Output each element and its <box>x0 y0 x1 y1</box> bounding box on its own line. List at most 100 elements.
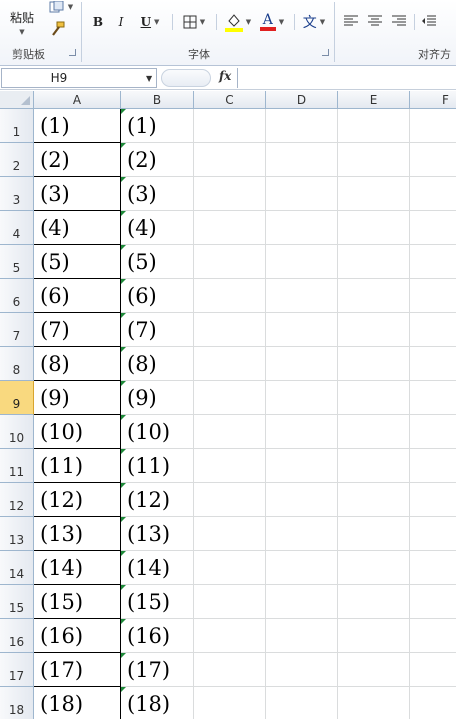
group-divider <box>414 14 415 30</box>
cell-a2[interactable]: (2) <box>34 143 121 177</box>
cell-a15[interactable]: (15) <box>34 585 121 619</box>
cell-a1[interactable]: (1) <box>34 109 121 143</box>
align-center-button[interactable] <box>366 12 384 30</box>
row-header-5[interactable]: 5 <box>0 245 34 279</box>
cell-b17[interactable]: (17) <box>121 653 194 687</box>
row-header-18[interactable]: 18 <box>0 687 34 719</box>
column-header-e[interactable]: E <box>338 91 410 109</box>
cell-b1[interactable]: (1) <box>121 109 194 143</box>
row-header-9[interactable]: 9 <box>0 381 34 415</box>
row-header-15[interactable]: 15 <box>0 585 34 619</box>
cell-b6[interactable]: (6) <box>121 279 194 313</box>
cell-b16[interactable]: (16) <box>121 619 194 653</box>
cell-a10[interactable]: (10) <box>34 415 121 449</box>
column-header-d[interactable]: D <box>266 91 338 109</box>
cell-a9[interactable]: (9) <box>34 381 121 415</box>
group-divider <box>216 14 217 30</box>
select-all-button[interactable] <box>0 91 34 109</box>
cell-a18[interactable]: (18) <box>34 687 121 719</box>
chevron-down-icon: ▼ <box>278 18 285 26</box>
format-painter-button[interactable] <box>46 20 68 38</box>
row-header-1[interactable]: 1 <box>0 109 34 143</box>
underline-button[interactable]: U ▼ <box>135 12 165 32</box>
name-box[interactable]: H9 <box>1 68 157 88</box>
align-right-icon <box>392 15 406 26</box>
row-header-17[interactable]: 17 <box>0 653 34 687</box>
cell-b11[interactable]: (11) <box>121 449 194 483</box>
bold-button[interactable]: B <box>89 12 107 32</box>
row-header-3[interactable]: 3 <box>0 177 34 211</box>
cell-a7[interactable]: (7) <box>34 313 121 347</box>
cell-b2[interactable]: (2) <box>121 143 194 177</box>
error-indicator-icon <box>121 619 126 624</box>
column-header-f[interactable]: F <box>410 91 456 109</box>
row-header-13[interactable]: 13 <box>0 517 34 551</box>
font-dialog-launcher-icon[interactable] <box>322 49 329 56</box>
cell-a17[interactable]: (17) <box>34 653 121 687</box>
cell-b10[interactable]: (10) <box>121 415 194 449</box>
cell-b12[interactable]: (12) <box>121 483 194 517</box>
row-header-7[interactable]: 7 <box>0 313 34 347</box>
formula-bar: H9 ▼ fx <box>0 66 456 90</box>
row-header-12[interactable]: 12 <box>0 483 34 517</box>
underline-glyph: U <box>140 15 152 29</box>
worksheet-grid[interactable]: A B C D E F 1 (1) (1) 2 (2) (2) 3 (3) (3) 4 (4) (4) 5 (5) (5… <box>0 91 456 719</box>
cell-b15[interactable]: (15) <box>121 585 194 619</box>
cell-b7[interactable]: (7) <box>121 313 194 347</box>
row-header-10[interactable]: 10 <box>0 415 34 449</box>
cell-a13[interactable]: (13) <box>34 517 121 551</box>
row-header-8[interactable]: 8 <box>0 347 34 381</box>
ribbon: 粘贴 ▼ ▼ 剪贴板 B I U ▼ ▼ ▼ A ▼ 文 ▼ 字体 对齐方 <box>0 0 456 66</box>
alignment-group-label: 对齐方 <box>418 48 451 61</box>
row-header-4[interactable]: 4 <box>0 211 34 245</box>
italic-button[interactable]: I <box>112 12 130 32</box>
cell-a14[interactable]: (14) <box>34 551 121 585</box>
cell-b3[interactable]: (3) <box>121 177 194 211</box>
row-header-6[interactable]: 6 <box>0 279 34 313</box>
align-left-button[interactable] <box>342 12 360 30</box>
column-header-a[interactable]: A <box>34 91 121 109</box>
cell-b18[interactable]: (18) <box>121 687 194 719</box>
cell-a4[interactable]: (4) <box>34 211 121 245</box>
cell-a3[interactable]: (3) <box>34 177 121 211</box>
clipboard-dialog-launcher-icon[interactable] <box>69 49 76 56</box>
paste-label: 粘贴 <box>9 10 34 25</box>
cell-b8[interactable]: (8) <box>121 347 194 381</box>
font-color-button[interactable]: A ▼ <box>256 10 288 34</box>
column-header-c[interactable]: C <box>194 91 266 109</box>
paste-button[interactable]: 粘贴 ▼ <box>4 2 40 42</box>
cell-a11[interactable]: (11) <box>34 449 121 483</box>
error-indicator-icon <box>121 415 126 420</box>
row-header-16[interactable]: 16 <box>0 619 34 653</box>
chevron-down-icon: ▼ <box>199 18 206 26</box>
name-box-dropdown-icon[interactable]: ▼ <box>146 74 152 83</box>
cell-b13[interactable]: (13) <box>121 517 194 551</box>
chevron-down-icon: ▼ <box>319 18 326 26</box>
formula-input[interactable] <box>237 68 456 88</box>
cell-b14[interactable]: (14) <box>121 551 194 585</box>
error-indicator-icon <box>121 347 126 352</box>
insert-function-icon[interactable]: fx <box>219 69 231 83</box>
row-header-2[interactable]: 2 <box>0 143 34 177</box>
cell-a16[interactable]: (16) <box>34 619 121 653</box>
group-divider <box>334 2 335 62</box>
cell-b4[interactable]: (4) <box>121 211 194 245</box>
cell-a6[interactable]: (6) <box>34 279 121 313</box>
copy-button[interactable]: ▼ <box>46 0 76 14</box>
error-indicator-icon <box>121 313 126 318</box>
decrease-indent-button[interactable] <box>420 12 438 30</box>
column-header-b[interactable]: B <box>121 91 194 109</box>
cell-b9[interactable]: (9) <box>121 381 194 415</box>
row-header-14[interactable]: 14 <box>0 551 34 585</box>
phonetic-guide-button[interactable]: 文 ▼ <box>298 10 330 34</box>
cell-a5[interactable]: (5) <box>34 245 121 279</box>
cell-a8[interactable]: (8) <box>34 347 121 381</box>
cell-a12[interactable]: (12) <box>34 483 121 517</box>
error-indicator-icon <box>121 687 126 692</box>
error-indicator-icon <box>121 211 126 216</box>
row-header-11[interactable]: 11 <box>0 449 34 483</box>
align-right-button[interactable] <box>390 12 408 30</box>
borders-button[interactable]: ▼ <box>178 12 210 32</box>
cell-b5[interactable]: (5) <box>121 245 194 279</box>
fill-color-button[interactable]: ▼ <box>222 10 254 34</box>
